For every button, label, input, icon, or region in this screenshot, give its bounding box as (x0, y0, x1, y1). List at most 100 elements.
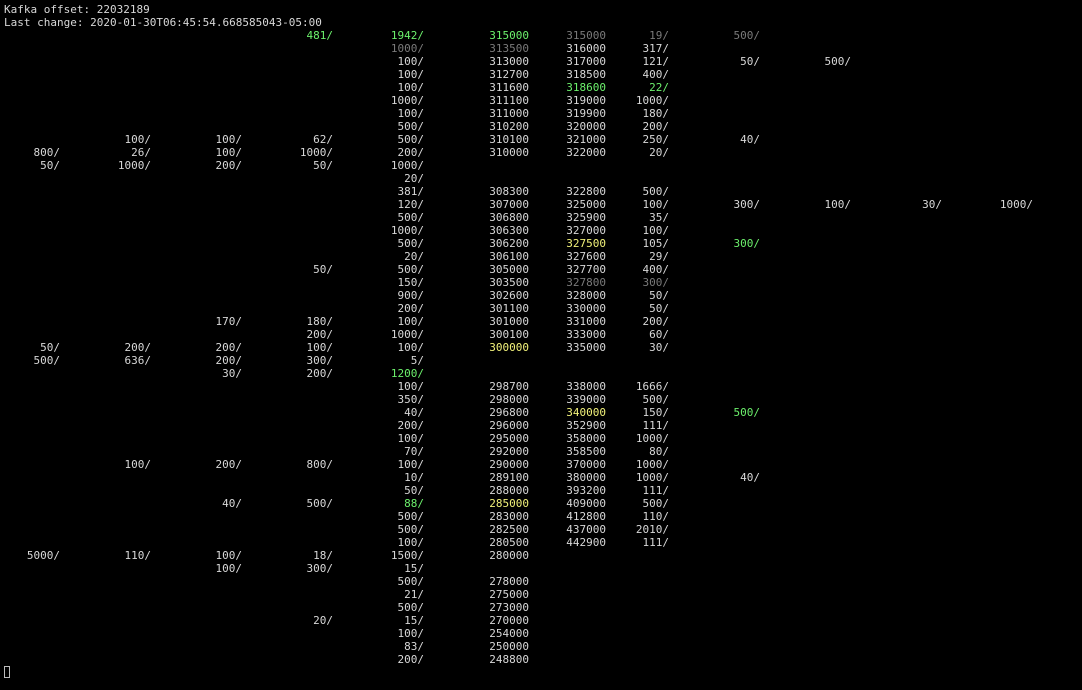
ladder-cell: 200/ (215, 341, 243, 354)
ladder-cell: 29/ (649, 250, 669, 263)
ladder-cell: 100/ (397, 107, 425, 120)
ladder-cell: 30/ (222, 367, 242, 380)
ladder-cell: 70/ (404, 445, 424, 458)
ladder-cell: 273000 (489, 601, 529, 614)
ladder-cell: 100/ (397, 315, 425, 328)
ladder-cell: 500/ (33, 354, 61, 367)
ladder-cell: 1000/ (390, 224, 424, 237)
kafka-offset-line: Kafka offset: 22032189 (4, 3, 150, 16)
ladder-cell: 200/ (397, 653, 425, 666)
ladder-cell: 83/ (404, 640, 424, 653)
ladder-cell: 275000 (489, 588, 529, 601)
ladder-cell: 15/ (404, 614, 424, 627)
ladder-cell: 310100 (489, 133, 529, 146)
ladder-cell: 330000 (566, 302, 606, 315)
ladder-cell: 335000 (566, 341, 606, 354)
ladder-cell: 100/ (215, 146, 243, 159)
ladder-cell: 288000 (489, 484, 529, 497)
ladder-cell: 1000/ (635, 432, 669, 445)
ladder-cell: 328000 (566, 289, 606, 302)
ladder-cell: 50/ (740, 55, 760, 68)
ladder-cell: 180/ (642, 107, 670, 120)
terminal-window[interactable]: Kafka offset: 22032189 Last change: 2020… (0, 0, 1082, 690)
ladder-cell: 500/ (642, 393, 670, 406)
ladder-cell: 200/ (215, 354, 243, 367)
ladder-cell: 15/ (404, 562, 424, 575)
ladder-cell: 290000 (489, 458, 529, 471)
ladder-cell: 500/ (397, 601, 425, 614)
ladder-cell: 312700 (489, 68, 529, 81)
ladder-cell: 180/ (306, 315, 334, 328)
ladder-cell: 296800 (489, 406, 529, 419)
ladder-cell: 298700 (489, 380, 529, 393)
ladder-cell: 150/ (642, 406, 670, 419)
ladder-cell: 200/ (124, 341, 152, 354)
ladder-cell: 325000 (566, 198, 606, 211)
ladder-cell: 302600 (489, 289, 529, 302)
ladder-cell: 200/ (306, 328, 334, 341)
ladder-cell: 307000 (489, 198, 529, 211)
ladder-cell: 315000 (566, 29, 606, 42)
ladder-cell: 2010/ (635, 523, 669, 536)
ladder-cell: 100/ (215, 133, 243, 146)
ladder-cell: 50/ (649, 289, 669, 302)
ladder-cell: 311000 (489, 107, 529, 120)
ladder-cell: 306300 (489, 224, 529, 237)
ladder-cell: 296000 (489, 419, 529, 432)
ladder-cell: 111/ (642, 419, 670, 432)
ladder-cell: 800/ (306, 458, 334, 471)
ladder-cell: 40/ (740, 133, 760, 146)
ladder-cell: 280500 (489, 536, 529, 549)
ladder-cell: 393200 (566, 484, 606, 497)
ladder-cell: 339000 (566, 393, 606, 406)
ladder-cell: 200/ (642, 120, 670, 133)
ladder-cell: 10/ (404, 471, 424, 484)
ladder-cell: 50/ (313, 263, 333, 276)
ladder-cell: 100/ (397, 81, 425, 94)
ladder-cell: 308300 (489, 185, 529, 198)
ladder-cell: 400/ (642, 68, 670, 81)
ladder-cell: 300100 (489, 328, 529, 341)
ladder-cell: 289100 (489, 471, 529, 484)
ladder-cell: 170/ (215, 315, 243, 328)
ladder-cell: 1000/ (390, 159, 424, 172)
ladder-cell: 325900 (566, 211, 606, 224)
ladder-cell: 500/ (733, 29, 761, 42)
ladder-cell: 318500 (566, 68, 606, 81)
ladder-cell: 35/ (649, 211, 669, 224)
ladder-cell: 316000 (566, 42, 606, 55)
ladder-cell: 358500 (566, 445, 606, 458)
ladder-cell: 636/ (124, 354, 152, 367)
ladder-cell: 280000 (489, 549, 529, 562)
ladder-cell: 19/ (649, 29, 669, 42)
ladder-cell: 295000 (489, 432, 529, 445)
ladder-cell: 62/ (313, 133, 333, 146)
ladder-cell: 1500/ (390, 549, 424, 562)
ladder-cell: 1666/ (635, 380, 669, 393)
ladder-cell: 20/ (404, 250, 424, 263)
ladder-cell: 200/ (397, 146, 425, 159)
ladder-cell: 100/ (397, 458, 425, 471)
ladder-cell: 300/ (642, 276, 670, 289)
ladder-cell: 327500 (566, 237, 606, 250)
ladder-cell: 301100 (489, 302, 529, 315)
ladder-cell: 200/ (642, 315, 670, 328)
ladder-cell: 1000/ (117, 159, 151, 172)
ladder-cell: 900/ (397, 289, 425, 302)
ladder-cell: 310000 (489, 146, 529, 159)
ladder-cell: 322000 (566, 146, 606, 159)
ladder-cell: 18/ (313, 549, 333, 562)
ladder-cell: 300/ (306, 562, 334, 575)
ladder-cell: 327700 (566, 263, 606, 276)
ladder-cell: 333000 (566, 328, 606, 341)
ladder-cell: 322800 (566, 185, 606, 198)
ladder-cell: 298000 (489, 393, 529, 406)
ladder-cell: 100/ (397, 432, 425, 445)
ladder-cell: 305000 (489, 263, 529, 276)
ladder-cell: 500/ (306, 497, 334, 510)
ladder-cell: 311100 (489, 94, 529, 107)
ladder-cell: 100/ (824, 198, 852, 211)
ladder-cell: 1000/ (635, 94, 669, 107)
ladder-cell: 320000 (566, 120, 606, 133)
ladder-cell: 500/ (397, 263, 425, 276)
